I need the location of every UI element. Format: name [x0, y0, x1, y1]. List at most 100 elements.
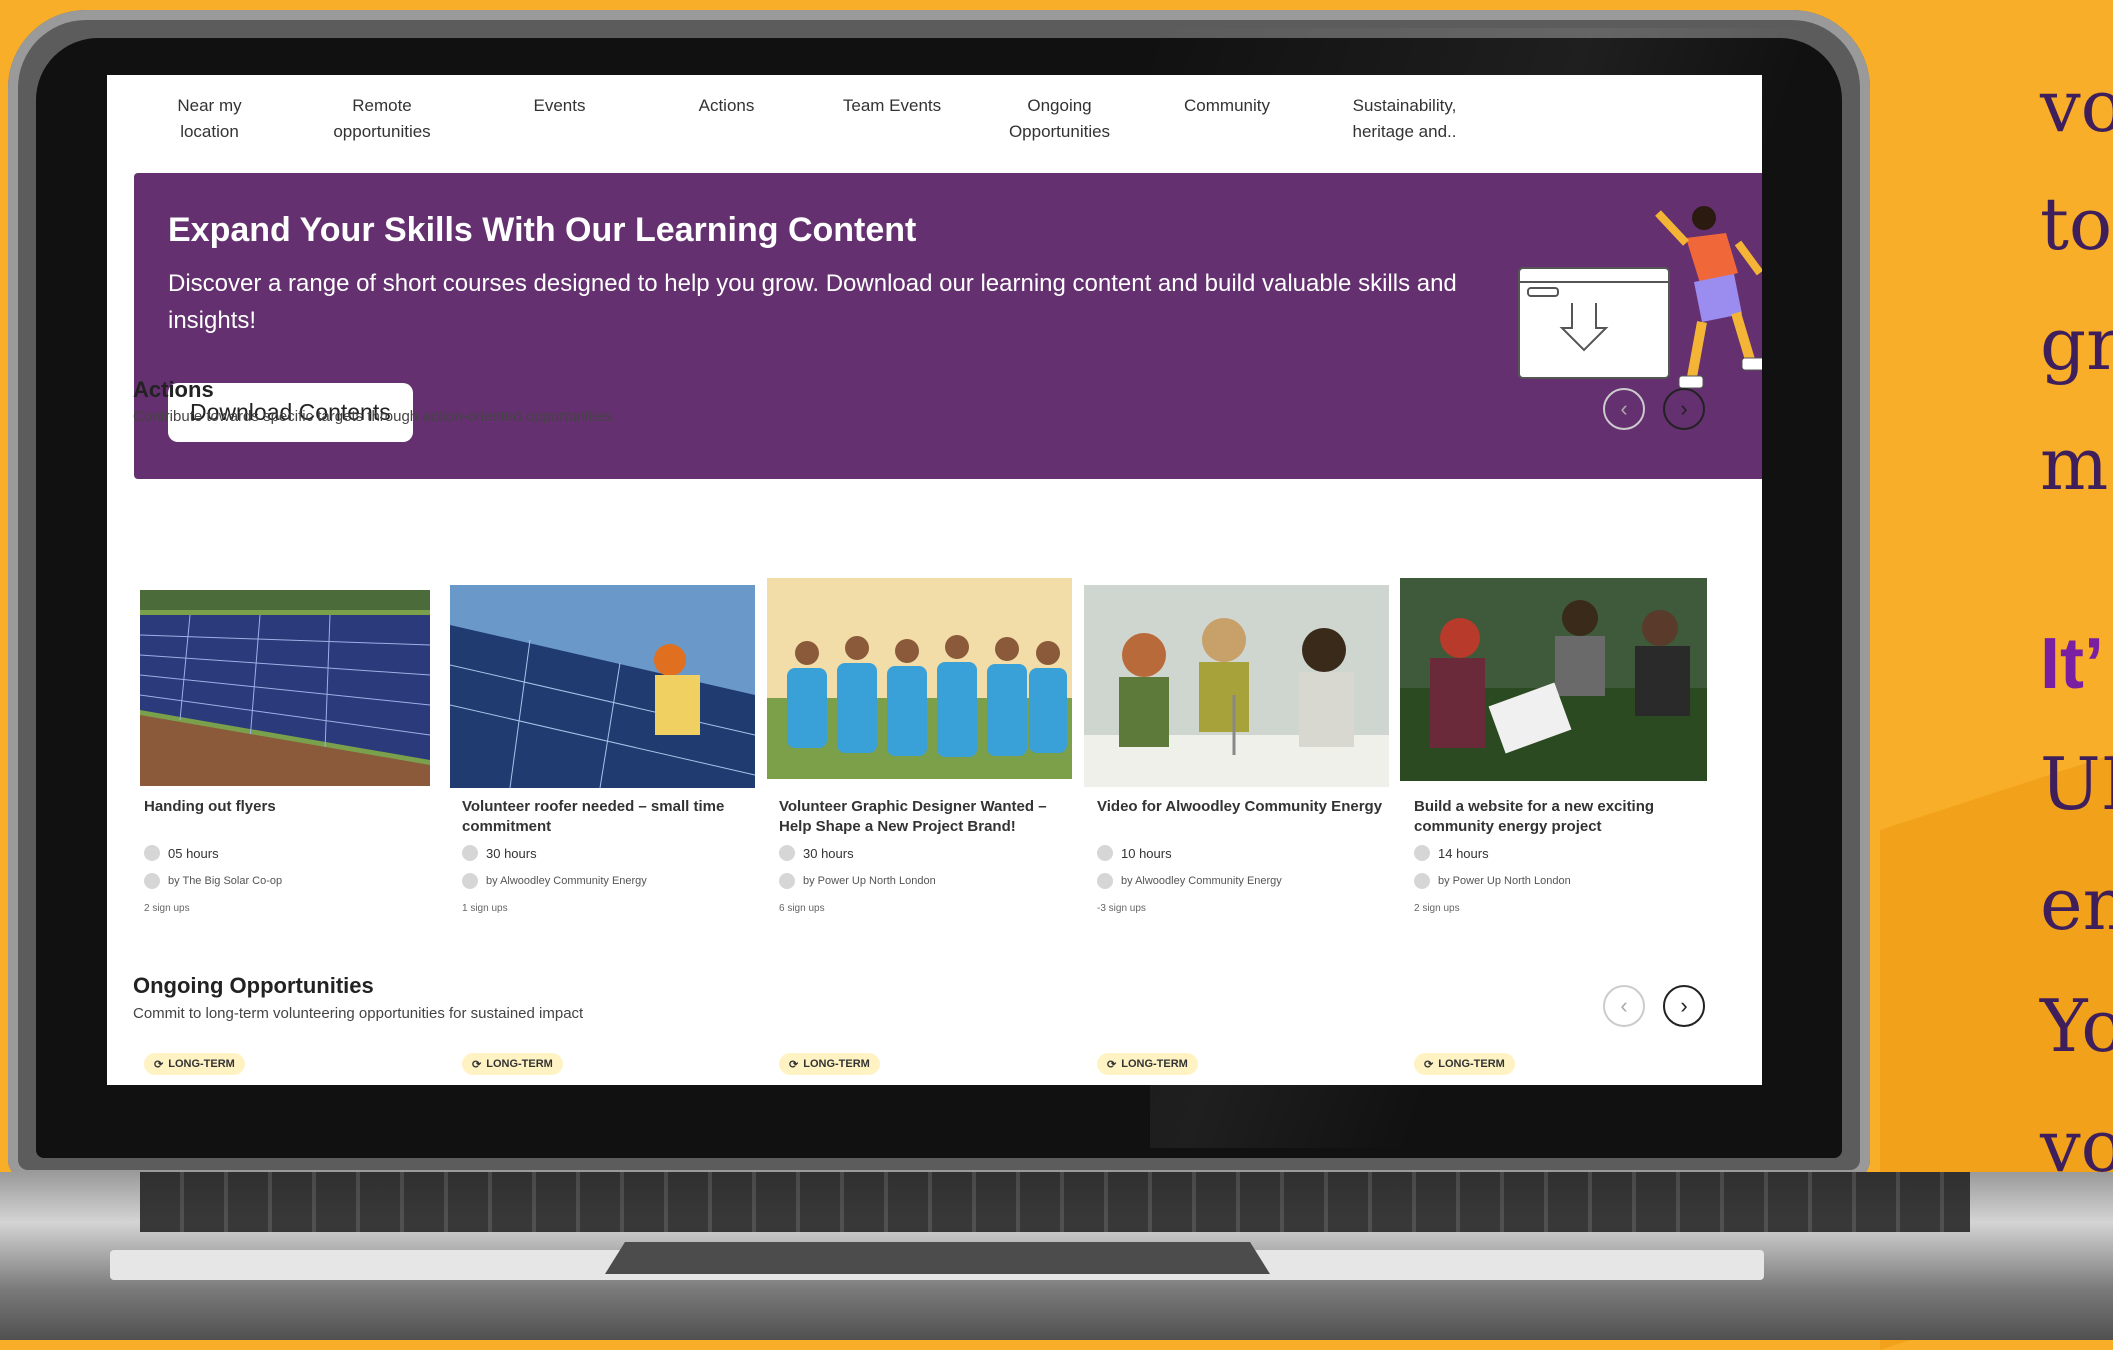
card-title: Build a website for a new exciting commu… — [1414, 798, 1655, 835]
nav-item-ongoing-opportunities[interactable]: Ongoing Opportunities — [982, 93, 1137, 145]
tag-label: LONG-TERM — [486, 1058, 553, 1070]
learning-content-banner: Expand Your Skills With Our Learning Con… — [134, 173, 1762, 479]
side-text-line: gr — [2040, 302, 2113, 386]
hours-label: 30 hours — [486, 845, 537, 861]
ongoing-next-button[interactable]: › — [1663, 985, 1705, 1027]
nav-item-remote-opportunities[interactable]: Remote opportunities — [307, 93, 457, 145]
repeat-icon: ⟳ — [154, 1058, 164, 1071]
ongoing-section-title: Ongoing Opportunities — [133, 973, 374, 998]
action-card[interactable] — [767, 578, 1072, 779]
card-signups: 2 sign ups — [1414, 903, 1460, 914]
nav-label: Actions — [698, 96, 755, 115]
actions-prev-button[interactable]: ‹ — [1603, 388, 1645, 430]
long-term-tag: ⟳ LONG-TERM — [144, 1053, 245, 1075]
org-avatar-icon — [1097, 873, 1113, 889]
tag-label: LONG-TERM — [1438, 1058, 1505, 1070]
chevron-right-icon: › — [1680, 993, 1688, 1018]
long-term-tag: ⟳ LONG-TERM — [462, 1053, 563, 1075]
nav-label: Sustainability, — [1352, 96, 1457, 115]
nav-item-community[interactable]: Community — [1152, 93, 1302, 119]
side-text-line: UI — [2040, 742, 2113, 826]
card-hours: 14 hours — [1414, 845, 1489, 861]
volunteer-group-image — [767, 578, 1072, 779]
actions-section-title: Actions — [133, 377, 214, 402]
tag-label: LONG-TERM — [803, 1058, 870, 1070]
laptop-screen: Near my location Remote opportunities Ev… — [107, 75, 1762, 1085]
side-text-line: Yo — [2040, 984, 2113, 1068]
repeat-icon: ⟳ — [789, 1058, 799, 1071]
card-hours: 05 hours — [144, 845, 219, 861]
side-text-line: m — [2040, 422, 2109, 506]
category-nav: Near my location Remote opportunities Ev… — [107, 75, 1762, 173]
nav-item-actions[interactable]: Actions — [664, 93, 789, 119]
nav-label: Ongoing — [1027, 96, 1092, 115]
org-label: by Alwoodley Community Energy — [486, 875, 647, 887]
tag-label: LONG-TERM — [1121, 1058, 1188, 1070]
community-garden-image — [1400, 578, 1707, 781]
clock-icon — [144, 845, 160, 861]
long-term-tag: ⟳ LONG-TERM — [779, 1053, 880, 1075]
hours-label: 14 hours — [1438, 845, 1489, 861]
trackpad — [605, 1242, 1270, 1274]
card-signups: -3 sign ups — [1097, 903, 1146, 914]
org-label: by Power Up North London — [1438, 875, 1571, 887]
card-organization: by Power Up North London — [1414, 873, 1571, 889]
clock-icon — [462, 845, 478, 861]
side-text-line: en — [2040, 862, 2113, 946]
nav-label: location — [180, 122, 239, 141]
nav-label: Near my — [177, 96, 242, 115]
org-avatar-icon — [779, 873, 795, 889]
hours-label: 05 hours — [168, 845, 219, 861]
actions-next-button[interactable]: › — [1663, 388, 1705, 430]
long-term-tag: ⟳ LONG-TERM — [1097, 1053, 1198, 1075]
org-avatar-icon — [1414, 873, 1430, 889]
nav-label: heritage and.. — [1352, 122, 1457, 141]
solar-panels-field-image — [140, 590, 430, 786]
card-organization: by The Big Solar Co-op — [144, 873, 282, 889]
tag-label: LONG-TERM — [168, 1058, 235, 1070]
hours-label: 10 hours — [1121, 845, 1172, 861]
nav-item-team-events[interactable]: Team Events — [817, 93, 967, 119]
side-text-line: It’ — [2040, 624, 2104, 704]
hours-label: 30 hours — [803, 845, 854, 861]
repeat-icon: ⟳ — [1107, 1058, 1117, 1071]
card-organization: by Power Up North London — [779, 873, 936, 889]
repeat-icon: ⟳ — [1424, 1058, 1434, 1071]
long-term-tag: ⟳ LONG-TERM — [1414, 1053, 1515, 1075]
card-signups: 1 sign ups — [462, 903, 508, 914]
nav-label: Community — [1184, 96, 1270, 115]
chevron-right-icon: › — [1680, 396, 1688, 421]
card-title: Volunteer roofer needed – small time com… — [462, 798, 725, 835]
nav-label: Events — [533, 96, 586, 115]
action-card[interactable] — [140, 590, 430, 786]
ongoing-prev-button[interactable]: ‹ — [1603, 985, 1645, 1027]
repeat-icon: ⟳ — [472, 1058, 482, 1071]
card-title: Handing out flyers — [144, 798, 276, 815]
actions-section-subtitle: Contribute towards specific targets thro… — [133, 408, 612, 425]
nav-label: Opportunities — [1008, 122, 1111, 141]
card-hours: 10 hours — [1097, 845, 1172, 861]
card-organization: by Alwoodley Community Energy — [462, 873, 647, 889]
side-text-line: to — [2040, 182, 2113, 266]
ongoing-section-subtitle: Commit to long-term volunteering opportu… — [133, 1005, 584, 1022]
nav-label: Remote — [352, 96, 412, 115]
chevron-left-icon: ‹ — [1620, 396, 1628, 421]
card-signups: 6 sign ups — [779, 903, 825, 914]
kids-wind-turbines-image — [1084, 585, 1389, 787]
action-card[interactable] — [1400, 578, 1707, 781]
org-label: by The Big Solar Co-op — [168, 875, 283, 887]
nav-label: Team Events — [842, 96, 942, 115]
side-text-line: vo — [2040, 64, 2113, 148]
chevron-left-icon: ‹ — [1620, 993, 1628, 1018]
clock-icon — [1414, 845, 1430, 861]
action-card[interactable] — [1084, 585, 1389, 787]
card-hours: 30 hours — [462, 845, 537, 861]
nav-item-sustainability-heritage[interactable]: Sustainability, heritage and.. — [1317, 93, 1492, 145]
card-title: Video for Alwoodley Community Energy — [1097, 798, 1383, 815]
nav-item-events[interactable]: Events — [497, 93, 622, 119]
org-avatar-icon — [144, 873, 160, 889]
clock-icon — [1097, 845, 1113, 861]
nav-item-near-my-location[interactable]: Near my location — [147, 93, 272, 145]
action-card[interactable] — [450, 585, 755, 788]
banner-title: Expand Your Skills With Our Learning Con… — [168, 211, 917, 249]
